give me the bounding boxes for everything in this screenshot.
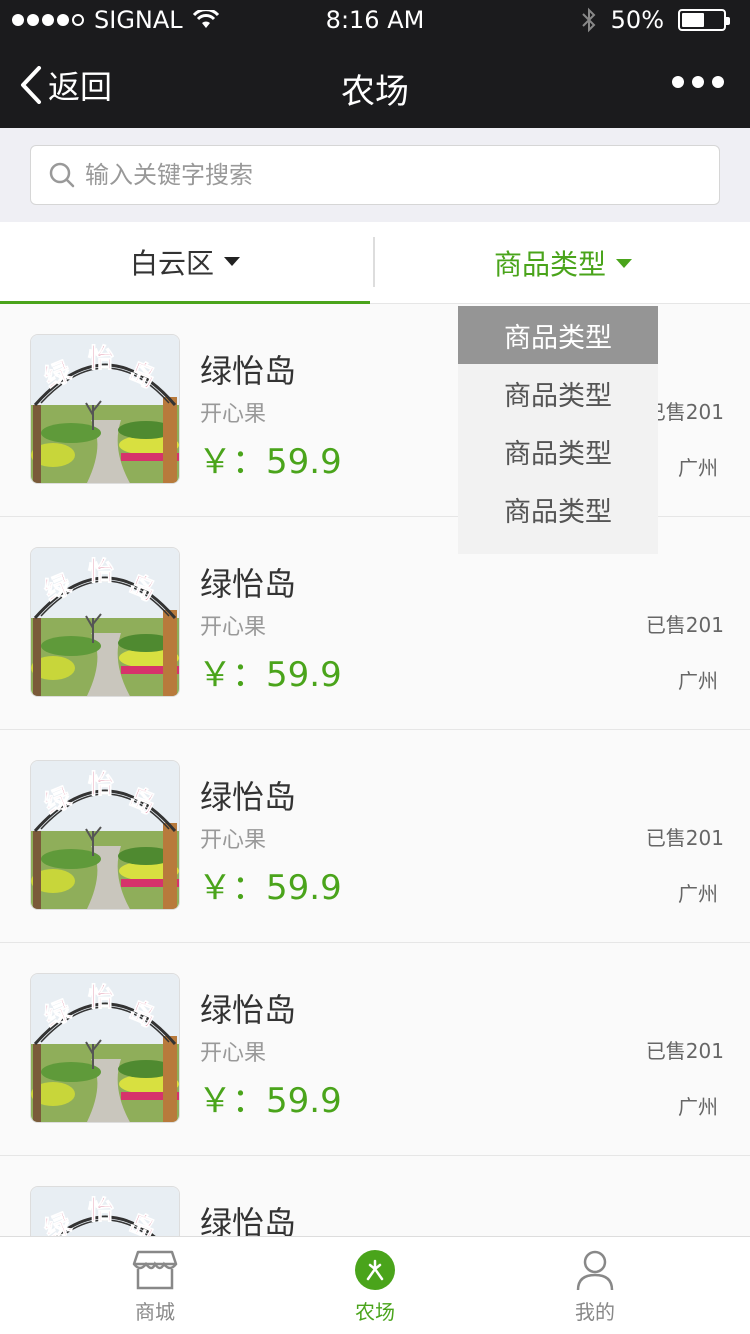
product-image: 绿怡岛 [30, 760, 180, 910]
tab-farm[interactable]: 农场 [250, 1237, 500, 1334]
area-filter-label: 白云区 [129, 246, 214, 280]
product-city: 广州 [678, 1095, 718, 1119]
tab-label: 我的 [575, 1299, 615, 1324]
svg-text:怡: 怡 [88, 769, 114, 800]
product-city: 广州 [678, 456, 718, 480]
tab-mine[interactable]: 我的 [470, 1237, 720, 1334]
product-price: ￥：59.9 [198, 1081, 342, 1121]
svg-text:怡: 怡 [88, 556, 114, 587]
product-price: ￥：59.9 [198, 442, 342, 482]
product-city: 广州 [678, 882, 718, 906]
farm-arch-picture: 绿怡岛 [31, 335, 179, 483]
tab-shop[interactable]: 商城 [30, 1237, 280, 1334]
tab-label: 商城 [135, 1299, 175, 1324]
search-icon [49, 162, 75, 188]
farm-icon [355, 1249, 395, 1290]
dropdown-option[interactable]: 商品类型 [458, 422, 658, 480]
product-name: 绿怡岛 [200, 778, 297, 816]
type-filter-label: 商品类型 [493, 248, 606, 281]
product-subtitle: 开心果 [200, 1041, 267, 1066]
battery-percent: 50% [610, 6, 664, 34]
product-image: 绿怡岛 [30, 973, 180, 1123]
product-city: 广州 [678, 669, 718, 693]
farm-arch-picture: 绿怡岛 [31, 974, 179, 1122]
product-subtitle: 开心果 [200, 402, 267, 427]
product-price: ￥：59.9 [198, 655, 342, 695]
user-icon [576, 1250, 614, 1290]
dropdown-option[interactable]: 商品类型 [458, 306, 658, 364]
type-filter[interactable]: 商品类型 [376, 222, 750, 304]
svg-text:怡: 怡 [88, 343, 114, 374]
sold-count: 已售201 [645, 1039, 724, 1063]
svg-text:怡: 怡 [88, 1195, 114, 1226]
product-name: 绿怡岛 [200, 565, 297, 603]
page-title: 农场 [341, 72, 409, 112]
search-box [30, 145, 720, 205]
farm-arch-picture: 绿怡岛 [31, 548, 179, 696]
sold-count: 已售201 [645, 613, 724, 637]
product-price: ￥：59.9 [198, 868, 342, 908]
product-card[interactable]: 绿怡岛 绿怡岛 开心果 ￥：59.9 已售201 广州 [0, 730, 750, 943]
product-name: 绿怡岛 [200, 991, 297, 1029]
product-subtitle: 开心果 [200, 828, 267, 853]
nav-bar: 返回 农场 [0, 40, 750, 128]
search-input[interactable] [85, 154, 685, 196]
filter-divider [373, 237, 375, 287]
battery-icon [678, 9, 730, 31]
type-dropdown-menu: 商品类型 商品类型 商品类型 商品类型 [458, 306, 658, 554]
dropdown-option[interactable]: 商品类型 [458, 480, 658, 538]
caret-down-icon [616, 258, 632, 268]
caret-down-icon [224, 257, 240, 266]
farm-arch-picture: 绿怡岛 [31, 761, 179, 909]
product-image: 绿怡岛 [30, 547, 180, 697]
filter-bar: 白云区 商品类型 [0, 222, 750, 304]
product-subtitle: 开心果 [200, 615, 267, 640]
product-card[interactable]: 绿怡岛 绿怡岛 开心果 ￥：59.9 已售201 广州 [0, 943, 750, 1156]
sold-count: 已售201 [645, 826, 724, 850]
product-name: 绿怡岛 [200, 352, 297, 390]
bottom-tab-bar: 商城 农场 我的 [0, 1236, 750, 1334]
product-image: 绿怡岛 [30, 334, 180, 484]
dropdown-option[interactable]: 商品类型 [458, 364, 658, 422]
area-filter[interactable]: 白云区 [0, 222, 370, 304]
shop-icon [132, 1250, 178, 1289]
status-right: 50% [581, 6, 730, 34]
tab-label: 农场 [355, 1299, 395, 1324]
svg-text:怡: 怡 [88, 982, 114, 1013]
search-area [0, 128, 750, 222]
more-menu-icon[interactable] [672, 76, 724, 88]
bluetooth-icon [581, 7, 596, 33]
status-bar: SIGNAL 8:16 AM 50% [0, 0, 750, 40]
